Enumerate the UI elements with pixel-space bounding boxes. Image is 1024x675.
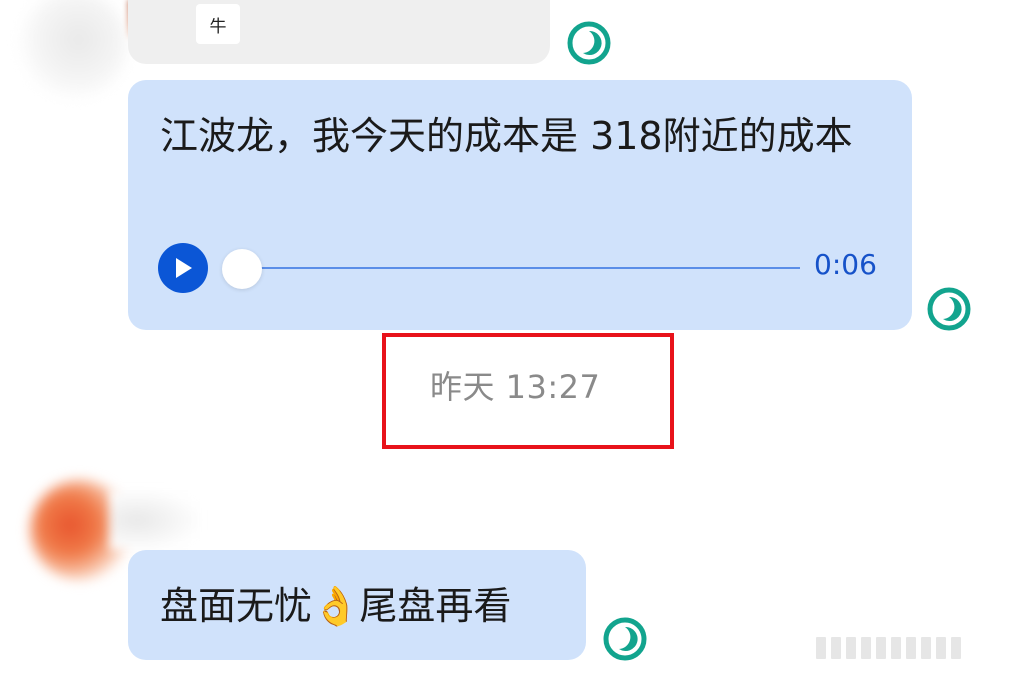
- watermark-glyph: [831, 637, 841, 659]
- avatar-image-fragment: [110, 490, 200, 550]
- watermark-glyph: [876, 637, 886, 659]
- watermark-glyph: [936, 637, 946, 659]
- voice-message-bubble[interactable]: 江波龙，我今天的成本是 318附近的成本 0:06: [128, 80, 912, 330]
- read-status-icon: [927, 287, 971, 331]
- message-text-part: 盘面无忧: [160, 584, 313, 628]
- read-status-icon: [603, 617, 647, 661]
- watermark-glyph: [921, 637, 931, 659]
- sender-avatar[interactable]: [18, 0, 128, 100]
- watermark-glyph: [846, 637, 856, 659]
- watermark-glyph: [861, 637, 871, 659]
- message-bubble-incoming[interactable]: [128, 0, 550, 64]
- message-tag-chip: 牛: [196, 4, 240, 44]
- play-button[interactable]: [158, 243, 208, 293]
- watermark-glyph: [816, 637, 826, 659]
- audio-duration: 0:06: [814, 248, 877, 281]
- watermark-glyph: [951, 637, 961, 659]
- message-text-part: 尾盘再看: [359, 584, 512, 628]
- read-status-icon: [567, 21, 611, 65]
- ok-hand-emoji: 👌: [312, 584, 360, 628]
- audio-progress-track[interactable]: [240, 267, 800, 269]
- message-timestamp: 昨天 13:27: [430, 368, 601, 406]
- watermark-glyph: [891, 637, 901, 659]
- play-icon: [176, 258, 192, 278]
- watermark: [816, 634, 1016, 662]
- message-text: 盘面无忧👌尾盘再看: [160, 582, 511, 630]
- audio-progress-knob[interactable]: [222, 249, 262, 289]
- text-message-bubble[interactable]: 盘面无忧👌尾盘再看: [128, 550, 586, 660]
- watermark-glyph: [906, 637, 916, 659]
- voice-transcript-text: 江波龙，我今天的成本是 318附近的成本: [160, 114, 853, 158]
